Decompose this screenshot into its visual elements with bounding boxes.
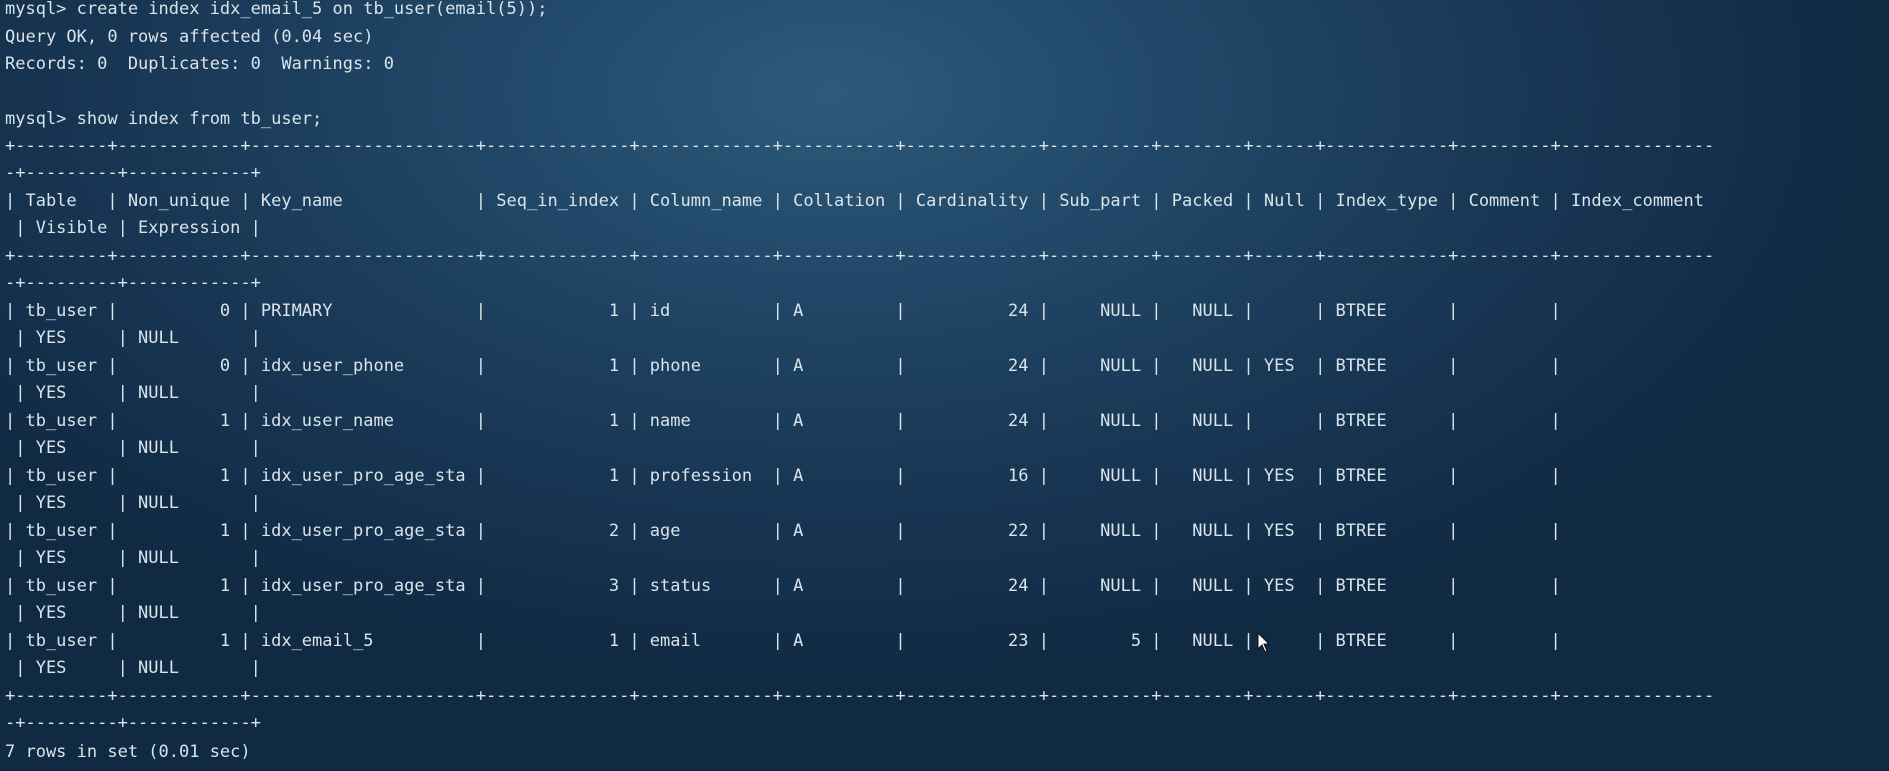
mouse-cursor-icon — [1257, 632, 1271, 653]
table-row: | tb_user | 0 | idx_user_phone | 1 | pho… — [5, 356, 1561, 376]
table-border-header: +---------+------------+----------------… — [5, 246, 1715, 266]
table-row: | tb_user | 1 | idx_user_pro_age_sta | 1… — [5, 466, 1561, 486]
table-header-row: | Table | Non_unique | Key_name | Seq_in… — [5, 191, 1704, 211]
table-row-wrap: | YES | NULL | — [5, 548, 261, 568]
command-create-index: mysql> create index idx_email_5 on tb_us… — [5, 0, 548, 19]
table-border-bottom: +---------+------------+----------------… — [5, 686, 1715, 706]
query-ok-message: Query OK, 0 rows affected (0.04 sec) — [5, 27, 374, 47]
table-row: | tb_user | 1 | idx_email_5 | 1 | email … — [5, 631, 1561, 651]
command-show-index: mysql> show index from tb_user; — [5, 109, 323, 129]
records-summary: Records: 0 Duplicates: 0 Warnings: 0 — [5, 54, 394, 74]
table-row-wrap: | YES | NULL | — [5, 438, 261, 458]
table-border-header-wrap: -+---------+------------+ — [5, 273, 261, 293]
table-row-wrap: | YES | NULL | — [5, 328, 261, 348]
table-row-wrap: | YES | NULL | — [5, 493, 261, 513]
table-header-row-wrap: | Visible | Expression | — [5, 218, 261, 238]
table-border-bottom-wrap: -+---------+------------+ — [5, 713, 261, 733]
table-row: | tb_user | 1 | idx_user_name | 1 | name… — [5, 411, 1561, 431]
rows-in-set-summary: 7 rows in set (0.01 sec) — [5, 742, 251, 762]
terminal-output[interactable]: mysql> create index idx_email_5 on tb_us… — [5, 0, 1885, 771]
table-row-wrap: | YES | NULL | — [5, 603, 261, 623]
table-row: | tb_user | 1 | idx_user_pro_age_sta | 2… — [5, 521, 1561, 541]
table-row-wrap: | YES | NULL | — [5, 658, 261, 678]
table-row: | tb_user | 0 | PRIMARY | 1 | id | A | 2… — [5, 301, 1561, 321]
table-row: | tb_user | 1 | idx_user_pro_age_sta | 3… — [5, 576, 1561, 596]
table-row-wrap: | YES | NULL | — [5, 383, 261, 403]
table-border-top-wrap: -+---------+------------+ — [5, 163, 261, 183]
table-border-top: +---------+------------+----------------… — [5, 136, 1715, 156]
